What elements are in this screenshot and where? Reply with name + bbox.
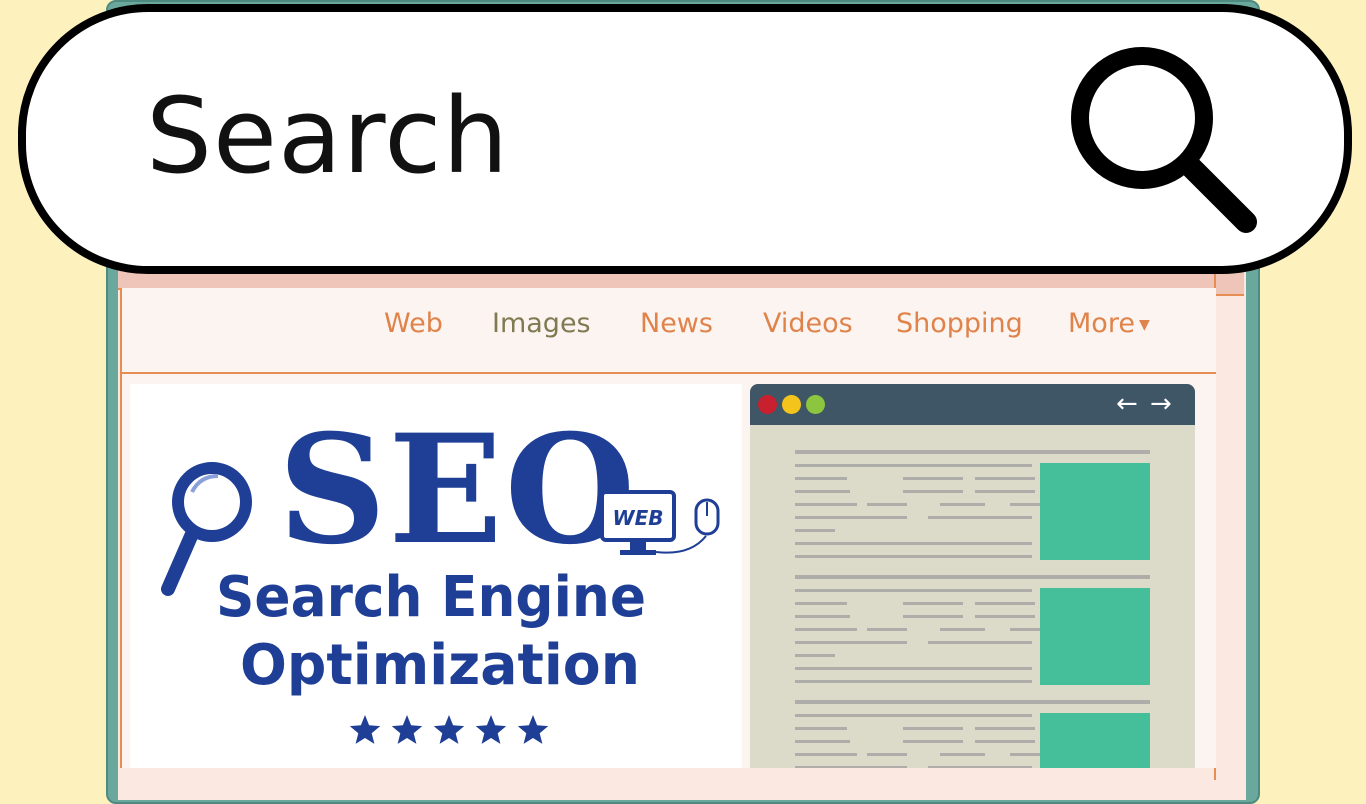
star-icon — [391, 715, 423, 744]
scrollbar[interactable] — [1214, 240, 1246, 780]
text-line — [795, 615, 850, 618]
text-line — [795, 542, 1032, 545]
nav-item-images[interactable]: Images — [492, 308, 591, 339]
seo-illustration: SEO WEB Search Engine Optimization — [130, 384, 742, 768]
text-line — [867, 628, 907, 631]
nav-item-shopping[interactable]: Shopping — [896, 308, 1023, 339]
star-icon — [349, 715, 381, 744]
text-line — [940, 503, 985, 506]
text-line — [903, 490, 963, 493]
rating-stars — [349, 715, 549, 744]
search-icon[interactable] — [1060, 38, 1270, 238]
text-line — [795, 714, 1032, 717]
text-line — [795, 740, 850, 743]
nav-item-more[interactable]: More ▼ — [1068, 308, 1150, 339]
text-line — [795, 516, 907, 519]
browser-window-mockup: ← → — [750, 384, 1195, 768]
text-line — [795, 575, 1150, 579]
star-icon — [517, 715, 549, 744]
text-line — [795, 529, 835, 532]
text-line — [903, 727, 963, 730]
monitor-label: WEB — [613, 506, 664, 530]
text-line — [940, 753, 985, 756]
text-line — [867, 503, 907, 506]
text-line — [795, 700, 1150, 704]
nav-item-web[interactable]: Web — [384, 308, 443, 339]
text-line — [975, 727, 1035, 730]
monitor-icon: WEB — [600, 464, 720, 555]
text-line — [928, 641, 1032, 644]
text-line — [795, 490, 850, 493]
text-line — [795, 628, 857, 631]
image-thumbnail — [1040, 713, 1150, 768]
text-line — [795, 753, 857, 756]
seo-title: SEO — [278, 402, 637, 578]
text-line — [867, 753, 907, 756]
text-line — [795, 680, 1032, 683]
text-line — [795, 667, 1032, 670]
nav-item-news[interactable]: News — [640, 308, 713, 339]
text-line — [903, 615, 963, 618]
minimize-dot-icon — [782, 395, 801, 414]
text-line — [928, 516, 1032, 519]
text-line — [795, 641, 907, 644]
text-line — [975, 602, 1035, 605]
text-line — [940, 628, 985, 631]
star-icon — [475, 715, 507, 744]
seo-line-1: Search Engine — [216, 565, 646, 630]
maximize-dot-icon — [806, 395, 825, 414]
close-dot-icon — [758, 395, 777, 414]
seo-line-2: Optimization — [240, 633, 640, 698]
text-line — [975, 490, 1035, 493]
seo-artwork: SEO WEB Search Engine Optimization — [161, 402, 720, 744]
text-line — [795, 654, 835, 657]
nav-item-more-label: More — [1068, 308, 1135, 339]
text-line — [903, 740, 963, 743]
search-input[interactable]: Search — [146, 84, 509, 188]
text-line — [795, 602, 847, 605]
star-icon — [433, 715, 465, 744]
arrow-right-icon: → — [1150, 389, 1172, 419]
text-line — [903, 477, 963, 480]
text-line — [795, 555, 1032, 558]
window-title-bar: ← → — [750, 384, 1195, 425]
text-line — [903, 602, 963, 605]
image-thumbnail — [1040, 588, 1150, 685]
text-line — [975, 477, 1035, 480]
text-line — [975, 740, 1035, 743]
text-line — [795, 450, 1150, 454]
text-line — [795, 503, 857, 506]
text-line — [795, 464, 1032, 467]
image-thumbnail — [1040, 463, 1150, 560]
text-line — [795, 477, 847, 480]
nav-item-videos[interactable]: Videos — [763, 308, 853, 339]
arrow-left-icon: ← — [1116, 389, 1138, 419]
text-line — [795, 727, 847, 730]
text-line — [795, 589, 1032, 592]
text-line — [975, 615, 1035, 618]
caret-down-icon: ▼ — [1138, 316, 1150, 333]
